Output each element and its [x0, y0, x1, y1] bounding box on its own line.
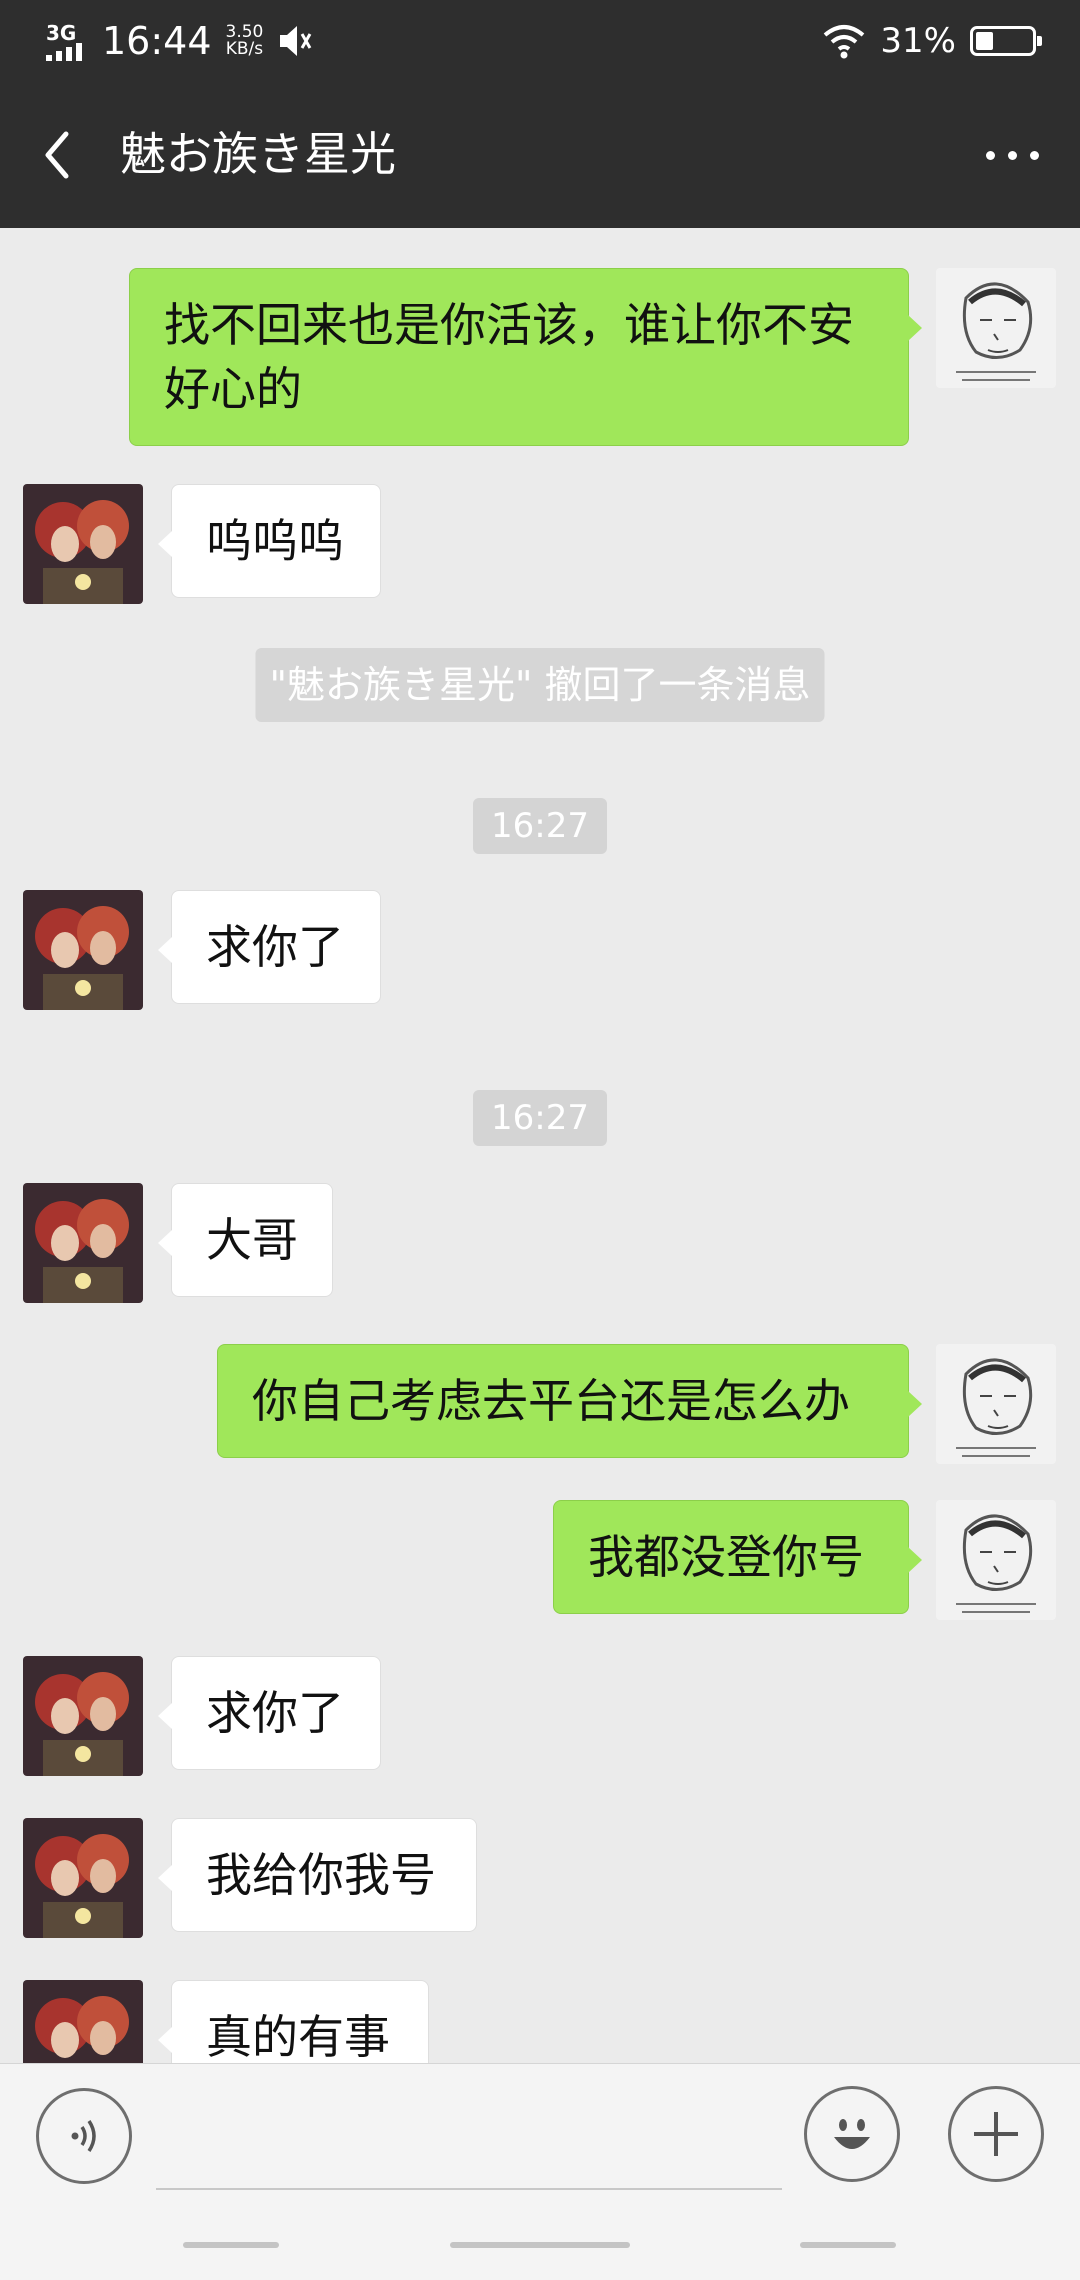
message-row: 你自己考虑去平台还是怎么办 [0, 1344, 1080, 1464]
emoji-button[interactable] [804, 2086, 900, 2182]
timestamp: 16:27 [473, 798, 607, 854]
battery-level [976, 32, 993, 50]
status-bar: 3G 16:44 3.50 KB/s 31% [0, 0, 1080, 82]
message-row: 呜呜呜 [0, 484, 1080, 604]
contact-avatar[interactable] [23, 890, 143, 1010]
network-speed: 3.50 KB/s [226, 24, 264, 58]
back-button[interactable] [28, 120, 88, 190]
my-avatar[interactable] [936, 1344, 1056, 1464]
more-options-button[interactable] [972, 130, 1052, 180]
sent-message-bubble[interactable]: 我都没登你号 [553, 1500, 922, 1614]
status-time: 16:44 [102, 19, 212, 63]
battery-icon [970, 26, 1042, 56]
wifi-icon [824, 25, 865, 59]
nav-hint-left [183, 2242, 279, 2248]
network-type: 3G [46, 21, 77, 45]
contact-avatar[interactable] [23, 1656, 143, 1776]
more-dot-icon [1007, 150, 1017, 160]
plus-icon [974, 2112, 1018, 2156]
battery-percent: 31% [880, 21, 956, 61]
more-functions-button[interactable] [948, 2086, 1044, 2182]
received-message-bubble[interactable]: 求你了 [158, 1656, 381, 1770]
sent-message-bubble[interactable]: 找不回来也是你活该，谁让你不安好心的 [129, 268, 922, 446]
chat-header: 魅お族き星光 [0, 82, 1080, 228]
received-message-bubble[interactable]: 我给你我号 [158, 1818, 477, 1932]
message-list[interactable]: 找不回来也是你活该，谁让你不安好心的 呜呜呜 "魅お族き星光" 撤回了一条消息 … [0, 228, 1080, 2063]
my-avatar[interactable] [936, 1500, 1056, 1620]
speed-unit: KB/s [225, 39, 264, 59]
more-dot-icon [1029, 150, 1039, 160]
message-row: 真的有事 [0, 1980, 1080, 2063]
input-bar [0, 2063, 1080, 2280]
received-message-bubble[interactable]: 大哥 [158, 1183, 333, 1297]
emoji-icon [834, 2119, 870, 2149]
voice-icon [71, 2120, 96, 2152]
contact-avatar[interactable] [23, 484, 143, 604]
message-row: 我都没登你号 [0, 1500, 1080, 1620]
timestamp: 16:27 [473, 1090, 607, 1146]
chat-title: 魅お族き星光 [120, 127, 396, 181]
contact-avatar[interactable] [23, 1818, 143, 1938]
received-message-bubble[interactable]: 求你了 [158, 890, 381, 1004]
received-message-bubble[interactable]: 呜呜呜 [158, 484, 381, 598]
voice-button[interactable] [36, 2088, 132, 2184]
nav-hint-right [800, 2242, 896, 2248]
message-input[interactable] [156, 2098, 782, 2190]
mute-icon [280, 26, 312, 56]
recall-notice: "魅お族き星光" 撤回了一条消息 [255, 648, 825, 722]
contact-avatar[interactable] [23, 1980, 143, 2063]
message-row: 找不回来也是你活该，谁让你不安好心的 [0, 268, 1080, 448]
message-row: 大哥 [0, 1183, 1080, 1303]
my-avatar[interactable] [936, 268, 1056, 388]
message-row: 求你了 [0, 890, 1080, 1010]
sent-message-bubble[interactable]: 你自己考虑去平台还是怎么办 [217, 1344, 922, 1458]
message-row: 我给你我号 [0, 1818, 1080, 1938]
back-arrow-icon [45, 131, 69, 179]
more-dot-icon [985, 150, 995, 160]
received-message-bubble[interactable]: 真的有事 [158, 1980, 429, 2063]
contact-avatar[interactable] [23, 1183, 143, 1303]
nav-hint-center [450, 2242, 630, 2248]
cellular-signal-icon: 3G [44, 19, 94, 63]
message-row: 求你了 [0, 1656, 1080, 1776]
